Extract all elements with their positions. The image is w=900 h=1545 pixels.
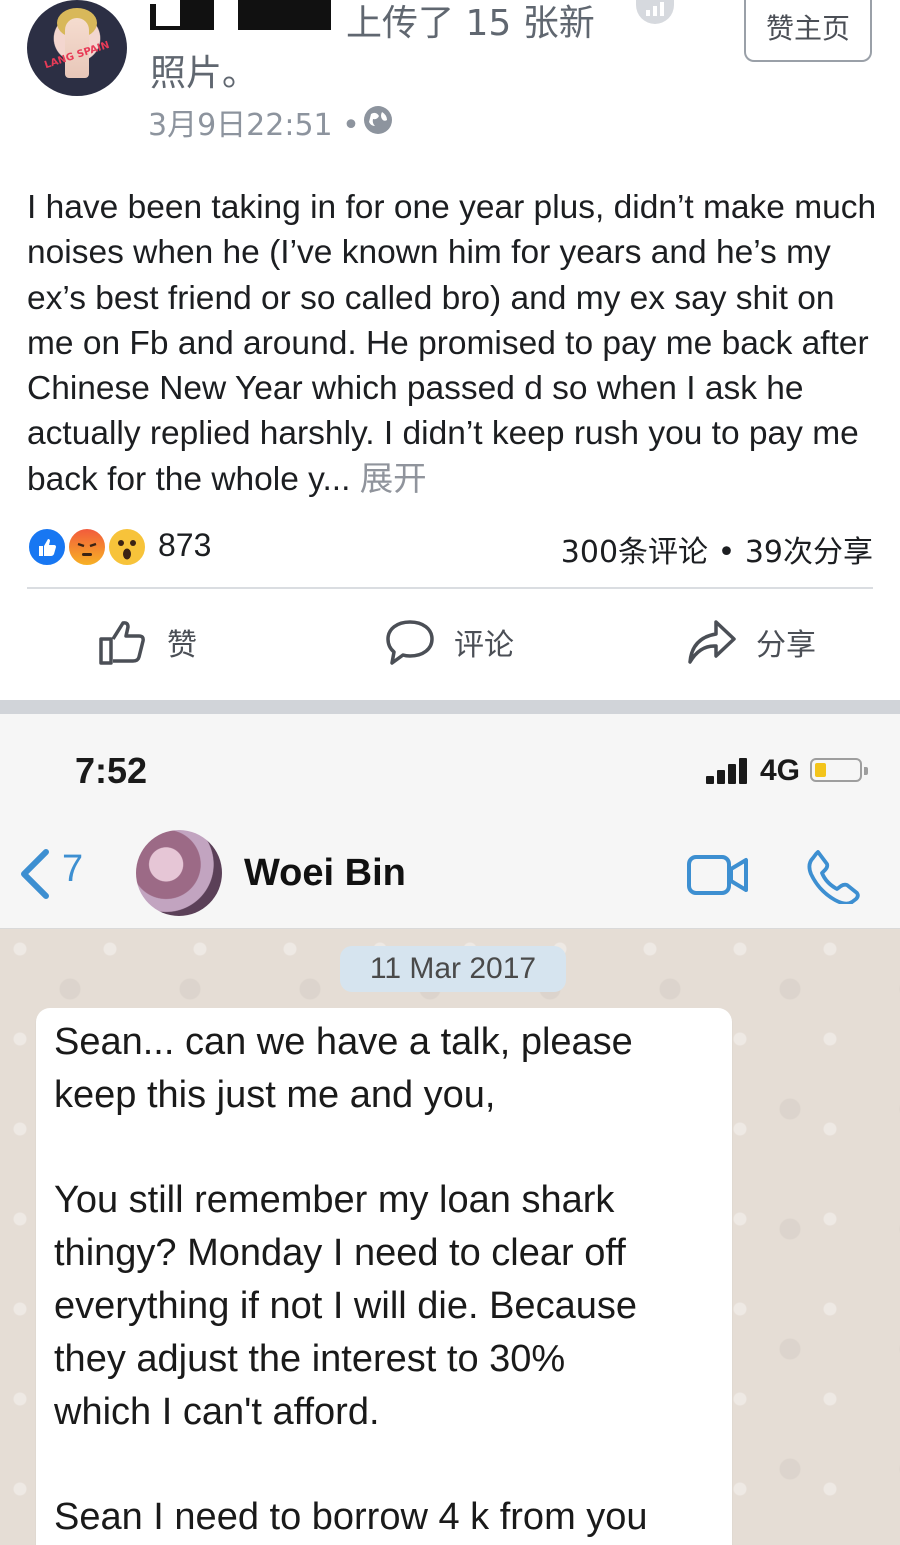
post-header-text: 上传了 15 张新 — [346, 3, 595, 44]
see-more-link[interactable]: 展开 — [360, 461, 427, 498]
like-label: 赞 — [167, 628, 197, 663]
signal-icon — [706, 756, 750, 784]
post-header-text-line2: 照片。 — [150, 53, 259, 94]
wow-reaction-icon — [107, 527, 147, 567]
globe-icon — [364, 106, 392, 134]
battery-fill — [815, 763, 826, 777]
contact-name[interactable]: Woei Bin — [244, 852, 406, 895]
unread-count[interactable]: 7 — [62, 848, 83, 891]
network-type: 4G — [760, 754, 801, 787]
back-chevron-icon[interactable] — [16, 846, 56, 902]
post-timestamp[interactable]: 3月9日22:51 • — [148, 100, 360, 144]
incoming-message-bubble[interactable]: Sean... can we have a talk, please keep … — [36, 1008, 732, 1545]
message-text: Sean... can we have a talk, please keep … — [54, 1021, 633, 1116]
reaction-count[interactable]: 873 — [158, 527, 211, 564]
comment-button[interactable]: 评论 — [384, 610, 514, 674]
redacted-name-part — [238, 0, 331, 30]
message-text: Sean I need to borrow 4 k from you — [54, 1496, 648, 1538]
whatsapp-screenshot: 7:52 4G 7 Woei Bin 11 Mar 2017 Sean... c… — [0, 714, 900, 1545]
post-body: I have been taking in for one year plus,… — [27, 185, 887, 502]
video-call-icon[interactable] — [686, 854, 750, 896]
phone-icon[interactable] — [804, 848, 860, 904]
status-bar-time: 7:52 — [75, 750, 148, 791]
share-icon — [688, 620, 736, 664]
redacted-name-part — [180, 0, 214, 30]
like-icon — [99, 621, 145, 665]
share-button[interactable]: 分享 — [686, 610, 816, 674]
chat-header: 7 Woei Bin — [0, 818, 900, 929]
like-reaction-icon — [27, 527, 67, 567]
message-text: You still remember my loan shark thingy?… — [54, 1179, 637, 1433]
section-separator — [0, 700, 900, 714]
share-label: 分享 — [756, 628, 816, 663]
battery-icon — [810, 758, 868, 782]
battery-tip — [864, 767, 868, 775]
date-separator: 11 Mar 2017 — [340, 946, 566, 992]
stats-icon — [636, 0, 674, 24]
post-body-text: I have been taking in for one year plus,… — [27, 189, 877, 498]
angry-reaction-icon — [67, 527, 107, 567]
comments-shares-count[interactable]: 300条评论 • 39次分享 — [561, 527, 873, 571]
poster-avatar[interactable]: LANG SPAIN — [27, 0, 127, 96]
like-page-button[interactable]: 赞主页 — [744, 0, 872, 62]
divider — [27, 587, 873, 589]
comment-label: 评论 — [454, 628, 514, 663]
facebook-post: LANG SPAIN 上传了 15 张新 照片。 赞主页 3月9日22:51 •… — [0, 0, 900, 700]
like-button[interactable]: 赞 — [97, 610, 197, 674]
comment-icon — [386, 620, 434, 665]
contact-avatar[interactable] — [136, 830, 222, 916]
redacted-name-part — [150, 4, 184, 30]
